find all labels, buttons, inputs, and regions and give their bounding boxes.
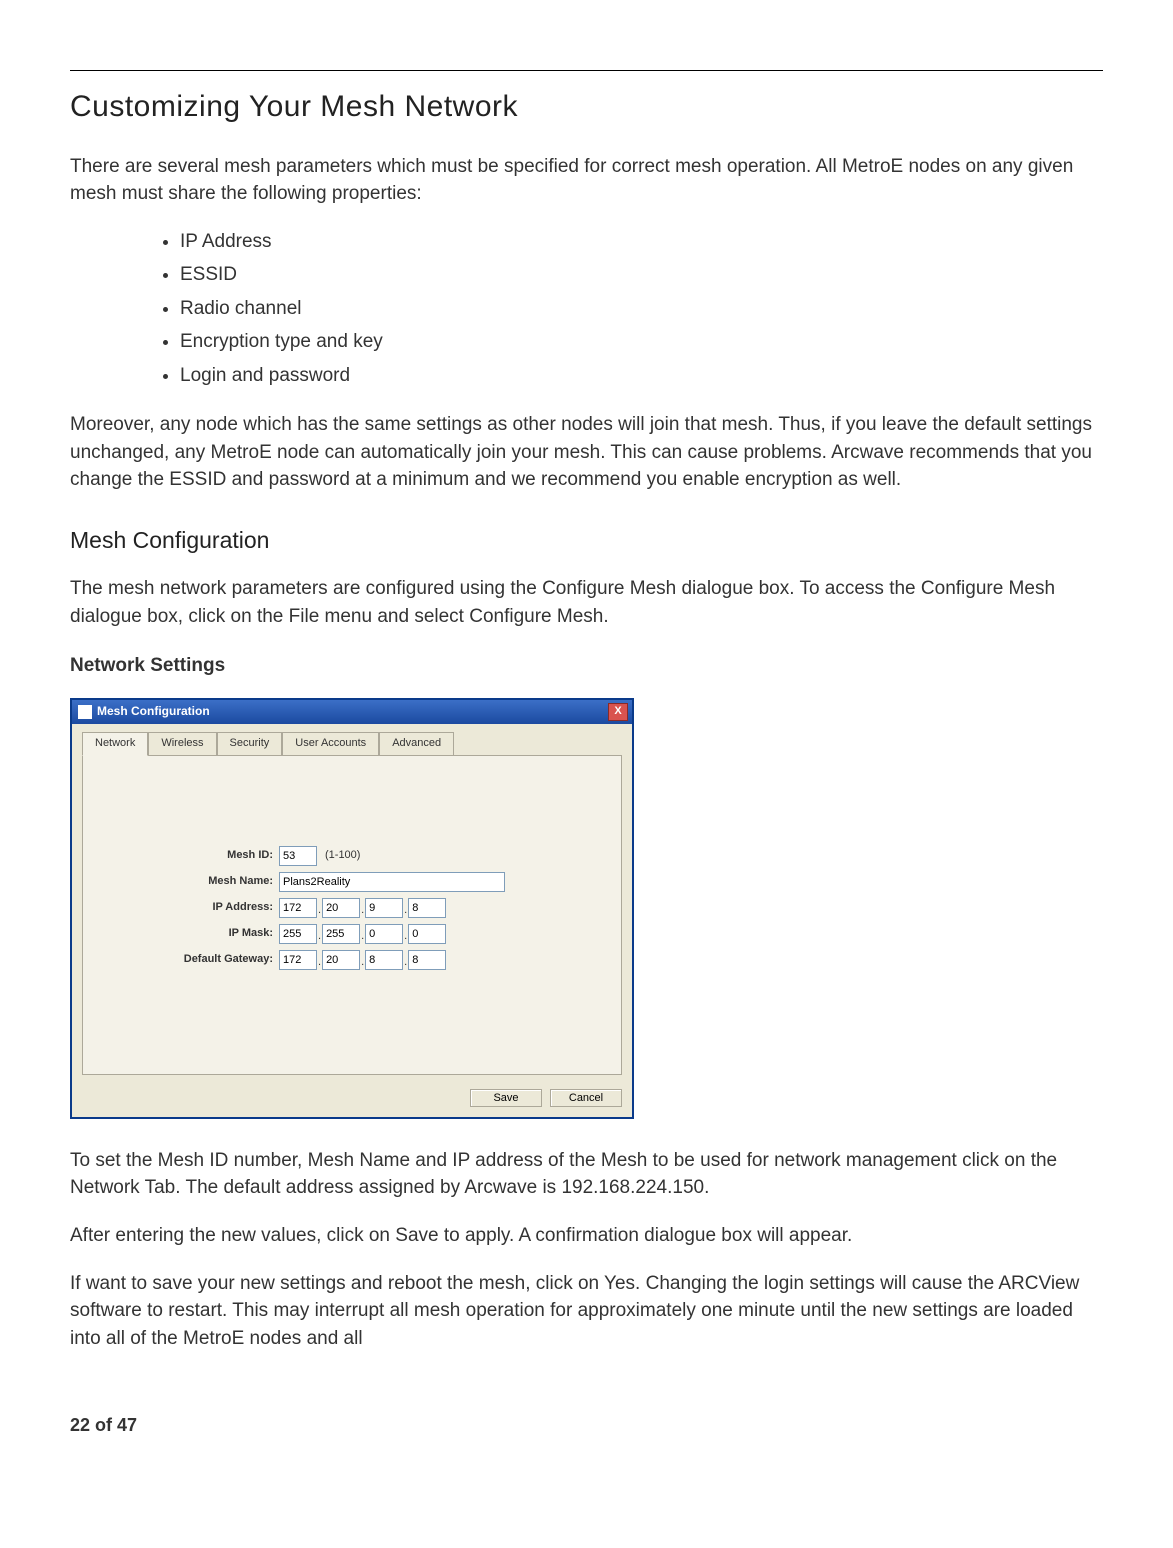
close-icon[interactable]: X: [608, 703, 628, 721]
mesh-id-input[interactable]: [279, 846, 317, 866]
paragraph-after-entering: After entering the new values, click on …: [70, 1222, 1103, 1250]
dialog-title: Mesh Configuration: [97, 703, 210, 720]
dot-separator: .: [404, 929, 407, 945]
list-item: Radio channel: [180, 295, 1103, 323]
paragraph-set-mesh-id: To set the Mesh ID number, Mesh Name and…: [70, 1147, 1103, 1202]
tab-network[interactable]: Network: [82, 732, 148, 756]
dot-separator: .: [318, 903, 321, 919]
dot-separator: .: [361, 955, 364, 971]
subsection-heading-network: Network Settings: [70, 652, 1103, 680]
dot-separator: .: [361, 929, 364, 945]
save-button[interactable]: Save: [470, 1089, 542, 1107]
tab-security[interactable]: Security: [217, 732, 283, 755]
mesh-configuration-dialog: Mesh Configuration X Network Wireless Se…: [70, 698, 634, 1119]
gateway-octet-1[interactable]: [279, 950, 317, 970]
ip-mask-octet-3[interactable]: [365, 924, 403, 944]
ip-address-label: IP Address:: [103, 900, 279, 916]
page-title: Customizing Your Mesh Network: [70, 85, 1103, 129]
intro-paragraph: There are several mesh parameters which …: [70, 153, 1103, 208]
gateway-octet-3[interactable]: [365, 950, 403, 970]
default-gateway-label: Default Gateway:: [103, 952, 279, 968]
list-item: Login and password: [180, 362, 1103, 390]
dot-separator: .: [404, 955, 407, 971]
ip-address-octet-1[interactable]: [279, 898, 317, 918]
mesh-id-hint: (1-100): [325, 848, 360, 864]
dot-separator: .: [318, 955, 321, 971]
mesh-id-label: Mesh ID:: [103, 848, 279, 864]
dot-separator: .: [404, 903, 407, 919]
ip-mask-label: IP Mask:: [103, 926, 279, 942]
tab-strip: Network Wireless Security User Accounts …: [82, 732, 622, 755]
tab-wireless[interactable]: Wireless: [148, 732, 216, 755]
paragraph-if-want-save: If want to save your new settings and re…: [70, 1270, 1103, 1353]
list-item: ESSID: [180, 261, 1103, 289]
dialog-titlebar: Mesh Configuration X: [72, 700, 632, 724]
ip-address-octet-3[interactable]: [365, 898, 403, 918]
tab-advanced[interactable]: Advanced: [379, 732, 454, 755]
ip-mask-octet-1[interactable]: [279, 924, 317, 944]
ip-address-octet-4[interactable]: [408, 898, 446, 918]
mesh-name-label: Mesh Name:: [103, 874, 279, 890]
mesh-name-input[interactable]: [279, 872, 505, 892]
list-item: Encryption type and key: [180, 328, 1103, 356]
tab-panel-network: Mesh ID: (1-100) Mesh Name: IP Address: …: [82, 755, 622, 1075]
list-item: IP Address: [180, 228, 1103, 256]
app-icon: [78, 705, 92, 719]
moreover-paragraph: Moreover, any node which has the same se…: [70, 411, 1103, 494]
section-heading-mesh-config: Mesh Configuration: [70, 524, 1103, 557]
cancel-button[interactable]: Cancel: [550, 1089, 622, 1107]
tab-user-accounts[interactable]: User Accounts: [282, 732, 379, 755]
ip-mask-octet-4[interactable]: [408, 924, 446, 944]
ip-address-octet-2[interactable]: [322, 898, 360, 918]
page-number: 22 of 47: [70, 1412, 1103, 1438]
mesh-config-paragraph: The mesh network parameters are configur…: [70, 575, 1103, 630]
dot-separator: .: [361, 903, 364, 919]
gateway-octet-2[interactable]: [322, 950, 360, 970]
gateway-octet-4[interactable]: [408, 950, 446, 970]
dot-separator: .: [318, 929, 321, 945]
properties-list: IP Address ESSID Radio channel Encryptio…: [70, 228, 1103, 390]
ip-mask-octet-2[interactable]: [322, 924, 360, 944]
